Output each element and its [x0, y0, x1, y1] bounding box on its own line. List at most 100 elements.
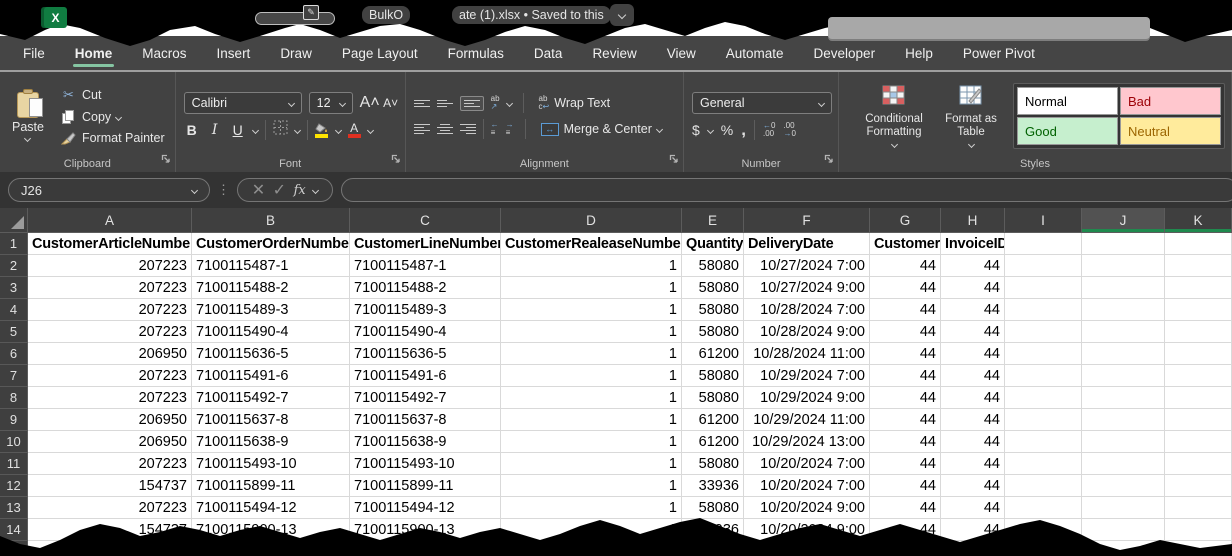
cell-J10[interactable]: [1082, 431, 1165, 453]
cell-F2[interactable]: 10/27/2024 7:00: [744, 255, 870, 277]
cell-C6[interactable]: 7100115636-5: [350, 343, 501, 365]
cell-J13[interactable]: [1082, 497, 1165, 519]
cell-E[interactable]: [682, 541, 744, 556]
column-header-G[interactable]: G: [870, 208, 941, 233]
cell-K10[interactable]: [1165, 431, 1232, 453]
cell-B2[interactable]: 7100115487-1: [192, 255, 350, 277]
cell-C7[interactable]: 7100115491-6: [350, 365, 501, 387]
underline-chevron-icon[interactable]: [252, 126, 259, 133]
cell-H12[interactable]: 44: [941, 475, 1005, 497]
cell-F7[interactable]: 10/29/2024 7:00: [744, 365, 870, 387]
row-header-2[interactable]: 2: [0, 255, 28, 277]
row-header-3[interactable]: 3: [0, 277, 28, 299]
decrease-font-size-button[interactable]: A˅: [383, 96, 399, 110]
row-header-14[interactable]: 14: [0, 519, 28, 541]
cell-D3[interactable]: 1: [501, 277, 682, 299]
cell-J12[interactable]: [1082, 475, 1165, 497]
cell-C14[interactable]: 7100115900-13: [350, 519, 501, 541]
cell-D1[interactable]: CustomerRealeaseNumber: [501, 233, 682, 255]
fill-color-chevron-icon[interactable]: [335, 126, 342, 133]
percent-format-button[interactable]: %: [721, 122, 733, 138]
cell-G2[interactable]: 44: [870, 255, 941, 277]
cell-A4[interactable]: 207223: [28, 299, 192, 321]
decrease-indent-button[interactable]: ←≡: [491, 121, 499, 137]
cell-H6[interactable]: 44: [941, 343, 1005, 365]
cell-K4[interactable]: [1165, 299, 1232, 321]
cell-F12[interactable]: 10/20/2024 7:00: [744, 475, 870, 497]
cell-A[interactable]: [28, 541, 192, 556]
cell-G7[interactable]: 44: [870, 365, 941, 387]
cell-K3[interactable]: [1165, 277, 1232, 299]
cell-E11[interactable]: 58080: [682, 453, 744, 475]
decrease-decimal-button[interactable]: .00→0: [783, 122, 795, 138]
cell-E7[interactable]: 58080: [682, 365, 744, 387]
cell-J1[interactable]: [1082, 233, 1165, 255]
formula-input[interactable]: [341, 178, 1232, 202]
orientation-chevron-icon[interactable]: [506, 99, 513, 106]
tab-draw[interactable]: Draw: [265, 36, 327, 70]
cell-B10[interactable]: 7100115638-9: [192, 431, 350, 453]
cell-A7[interactable]: 207223: [28, 365, 192, 387]
cell-A9[interactable]: 206950: [28, 409, 192, 431]
clipboard-dialog-launcher-icon[interactable]: [161, 151, 171, 169]
cell-D5[interactable]: 1: [501, 321, 682, 343]
row-header-10[interactable]: 10: [0, 431, 28, 453]
cell-B14[interactable]: 7100115900-13: [192, 519, 350, 541]
tab-data[interactable]: Data: [519, 36, 578, 70]
tab-insert[interactable]: Insert: [202, 36, 266, 70]
cell-H11[interactable]: 44: [941, 453, 1005, 475]
cell-H7[interactable]: 44: [941, 365, 1005, 387]
cell-F6[interactable]: 10/28/2024 11:00: [744, 343, 870, 365]
font-color-button[interactable]: A: [348, 123, 361, 138]
name-box[interactable]: J26: [8, 178, 210, 202]
insert-function-icon[interactable]: fx: [294, 183, 306, 198]
column-header-C[interactable]: C: [350, 208, 501, 233]
tab-developer[interactable]: Developer: [799, 36, 891, 70]
conditional-formatting-button[interactable]: Conditional Formatting: [853, 85, 935, 147]
cell-I12[interactable]: [1005, 475, 1082, 497]
cell-I8[interactable]: [1005, 387, 1082, 409]
cell-E1[interactable]: Quantity: [682, 233, 744, 255]
cell-H14[interactable]: 44: [941, 519, 1005, 541]
cell-D9[interactable]: 1: [501, 409, 682, 431]
cell-A13[interactable]: 207223: [28, 497, 192, 519]
cell-J4[interactable]: [1082, 299, 1165, 321]
tab-automate[interactable]: Automate: [711, 36, 799, 70]
merge-center-chevron-icon[interactable]: [656, 125, 663, 132]
cell-I2[interactable]: [1005, 255, 1082, 277]
cell-F9[interactable]: 10/29/2024 11:00: [744, 409, 870, 431]
cell-I3[interactable]: [1005, 277, 1082, 299]
cell-J14[interactable]: [1082, 519, 1165, 541]
italic-button[interactable]: I: [207, 122, 223, 138]
cell-C12[interactable]: 7100115899-11: [350, 475, 501, 497]
cell-E13[interactable]: 58080: [682, 497, 744, 519]
cell-C4[interactable]: 7100115489-3: [350, 299, 501, 321]
cell-D4[interactable]: 1: [501, 299, 682, 321]
cell-B1[interactable]: CustomerOrderNumber: [192, 233, 350, 255]
cell-D2[interactable]: 1: [501, 255, 682, 277]
cell-H3[interactable]: 44: [941, 277, 1005, 299]
cell-A14[interactable]: 154737: [28, 519, 192, 541]
cell-K6[interactable]: [1165, 343, 1232, 365]
column-header-A[interactable]: A: [28, 208, 192, 233]
number-format-combo[interactable]: General: [692, 92, 832, 114]
align-right-button[interactable]: [460, 124, 476, 134]
tab-power-pivot[interactable]: Power Pivot: [948, 36, 1050, 70]
cell-G8[interactable]: 44: [870, 387, 941, 409]
cell-J6[interactable]: [1082, 343, 1165, 365]
cell-J[interactable]: [1082, 541, 1165, 556]
align-left-button[interactable]: [414, 124, 430, 134]
cell-H13[interactable]: 44: [941, 497, 1005, 519]
cell-K7[interactable]: [1165, 365, 1232, 387]
fx-chevron-icon[interactable]: [312, 186, 319, 193]
cell-G11[interactable]: 44: [870, 453, 941, 475]
cell-C11[interactable]: 7100115493-10: [350, 453, 501, 475]
cell-I5[interactable]: [1005, 321, 1082, 343]
cell-E4[interactable]: 58080: [682, 299, 744, 321]
currency-chevron-icon[interactable]: [707, 126, 714, 133]
cell-D7[interactable]: 1: [501, 365, 682, 387]
row-header-6[interactable]: 6: [0, 343, 28, 365]
font-color-chevron-icon[interactable]: [367, 126, 374, 133]
cell-G9[interactable]: 44: [870, 409, 941, 431]
cell-G14[interactable]: 44: [870, 519, 941, 541]
